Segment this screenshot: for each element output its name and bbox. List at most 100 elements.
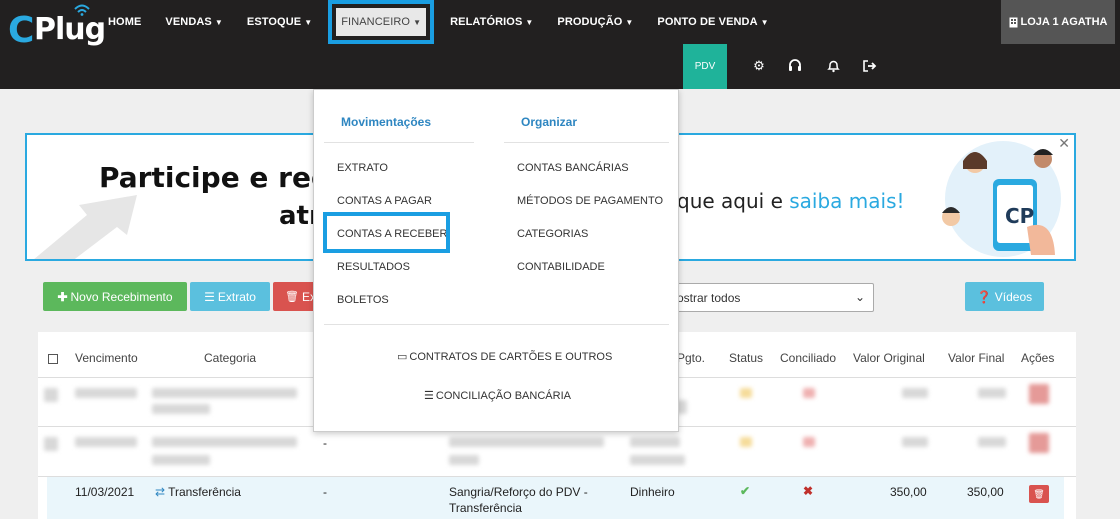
col-acoes[interactable]: Ações (1021, 351, 1054, 365)
dropdown-divider (324, 142, 474, 143)
blurred-cell (152, 404, 210, 414)
chevron-down-icon: ⌄ (854, 290, 865, 304)
dropdown-heading-movimentacoes: Movimentações (341, 115, 432, 129)
blurred-cell (978, 437, 1006, 447)
pdv-button[interactable]: PDV (683, 44, 727, 89)
videos-label: Vídeos (994, 289, 1033, 304)
row-checkbox[interactable] (44, 437, 58, 451)
banner-line-1: Participe e rece (99, 161, 347, 194)
nav-estoque-label: ESTOQUE (246, 16, 302, 28)
menu-contas-a-pagar[interactable]: CONTAS A PAGAR (337, 195, 432, 207)
videos-button[interactable]: ❓ Vídeos (965, 282, 1044, 311)
nav-financeiro[interactable]: FINANCEIRO ▼ (328, 0, 435, 44)
delete-button[interactable] (1029, 433, 1049, 453)
store-label: LOJA 1 AGATHA (1020, 16, 1108, 28)
gear-icon[interactable]: ⚙ (751, 58, 767, 74)
dropdown-divider (324, 324, 669, 325)
filter-select[interactable]: ostrar todos ⌄ (660, 283, 874, 312)
banner-art-logo: CP (1005, 204, 1034, 228)
menu-boletos[interactable]: BOLETOS (337, 294, 389, 306)
menu-resultados[interactable]: RESULTADOS (337, 261, 410, 273)
row-col3: - (323, 485, 327, 499)
filter-value: ostrar todos (677, 290, 741, 305)
banner-line-3-pre: que aqui e (677, 189, 790, 213)
blurred-cell (152, 437, 297, 447)
col-valor-final[interactable]: Valor Final (948, 351, 1004, 365)
caret-down-icon: ▼ (525, 17, 534, 27)
nav-ponto-de-venda[interactable]: PONTO DE VENDA ▼ (645, 0, 780, 44)
menu-contratos-de-cartoes[interactable]: ▭ CONTRATOS DE CARTÕES E OUTROS (397, 350, 612, 363)
financeiro-dropdown: Movimentações Organizar EXTRATO CONTAS A… (313, 89, 679, 432)
novo-recebimento-button[interactable]: ✚ Novo Recebimento (43, 282, 187, 311)
nav-producao[interactable]: PRODUÇÃO ▼ (545, 0, 645, 44)
nav-vendas-label: VENDAS (165, 16, 212, 28)
blurred-cell (75, 437, 137, 447)
nav-relatorios[interactable]: RELATÓRIOS ▼ (438, 0, 545, 44)
dropdown-heading-organizar: Organizar (521, 115, 578, 129)
delete-button[interactable] (1029, 384, 1049, 404)
nav-financeiro-label: FINANCEIRO (341, 16, 411, 28)
banner-saiba-mais-link[interactable]: saiba mais (789, 189, 896, 213)
delete-button[interactable]: 🗑 (1029, 485, 1049, 503)
nav-relatorios-label: RELATÓRIOS (450, 16, 523, 28)
menu-metodos-de-pagamento[interactable]: MÉTODOS DE PAGAMENTO (517, 195, 663, 207)
novo-recebimento-label: Novo Recebimento (70, 289, 173, 304)
building-icon (1009, 17, 1017, 27)
close-icon[interactable]: ✕ (1058, 135, 1070, 152)
caret-down-icon: ▼ (760, 17, 769, 27)
status-pending-icon (740, 437, 752, 447)
menu-categorias[interactable]: CATEGORIAS (517, 228, 588, 240)
nav-vendas[interactable]: VENDAS ▼ (153, 0, 234, 44)
credit-card-icon: ▭ (397, 351, 408, 363)
col-status[interactable]: Status (729, 351, 763, 365)
caret-down-icon: ▼ (625, 17, 634, 27)
extrato-button[interactable]: ☰ Extrato (190, 282, 270, 311)
col-conciliado[interactable]: Conciliado (780, 351, 836, 365)
headset-svg (789, 59, 801, 71)
col-pgto[interactable]: Pgto. (677, 351, 705, 365)
wifi-icon (74, 4, 90, 16)
list-icon: ☰ (204, 289, 215, 304)
logo-c: C (8, 10, 34, 51)
menu-conciliacao-bancaria[interactable]: ☰ CONCILIAÇÃO BANCÁRIA (424, 389, 571, 402)
menu-contabilidade[interactable]: CONTABILIDADE (517, 261, 605, 273)
blurred-cell (902, 437, 928, 447)
excluir-button[interactable]: 🗑 Ex (273, 282, 316, 311)
nav-ponto-label: PONTO DE VENDA (657, 16, 758, 28)
select-all-checkbox[interactable] (48, 354, 58, 364)
pdv-label: PDV (694, 61, 716, 72)
blurred-cell (152, 388, 297, 398)
not-reconciled-icon (803, 388, 815, 398)
row-categoria-label: Transferência (168, 485, 241, 499)
blurred-cell (902, 388, 928, 398)
caret-down-icon: ▼ (413, 17, 422, 27)
blurred-cell (449, 437, 604, 447)
menu-contas-bancarias[interactable]: CONTAS BANCÁRIAS (517, 162, 629, 174)
financeiro-button[interactable]: FINANCEIRO ▼ (336, 8, 427, 36)
blurred-cell (152, 455, 210, 465)
store-selector[interactable]: LOJA 1 AGATHA (1001, 0, 1115, 44)
nav-producao-label: PRODUÇÃO (557, 16, 623, 28)
list-icon: ☰ (424, 390, 434, 402)
row-checkbox[interactable] (44, 388, 58, 402)
col-categoria[interactable]: Categoria (204, 351, 256, 365)
extrato-label: Extrato (217, 289, 256, 304)
headset-icon[interactable] (787, 58, 803, 74)
trash-icon: 🗑 (1033, 488, 1045, 499)
menu-extrato[interactable]: EXTRATO (337, 162, 388, 174)
row-vencimento: 11/03/2021 (75, 485, 135, 499)
dropdown-divider (504, 142, 669, 143)
nav-home[interactable]: HOME (96, 0, 153, 44)
row-descricao-line1: Sangria/Reforço do PDV - (449, 485, 588, 499)
bell-icon[interactable] (825, 58, 841, 74)
nav-estoque[interactable]: ESTOQUE ▼ (235, 0, 324, 44)
logout-icon[interactable] (862, 58, 878, 74)
col-valor-original[interactable]: Valor Original (853, 351, 925, 365)
caret-down-icon: ▼ (304, 17, 313, 27)
cplug-logo[interactable]: C Plug (8, 4, 106, 51)
arrow-graphic (34, 195, 137, 259)
not-reconciled-icon (803, 437, 815, 447)
row2-dash: - (323, 436, 327, 450)
col-vencimento[interactable]: Vencimento (75, 351, 138, 365)
blurred-cell (978, 388, 1006, 398)
